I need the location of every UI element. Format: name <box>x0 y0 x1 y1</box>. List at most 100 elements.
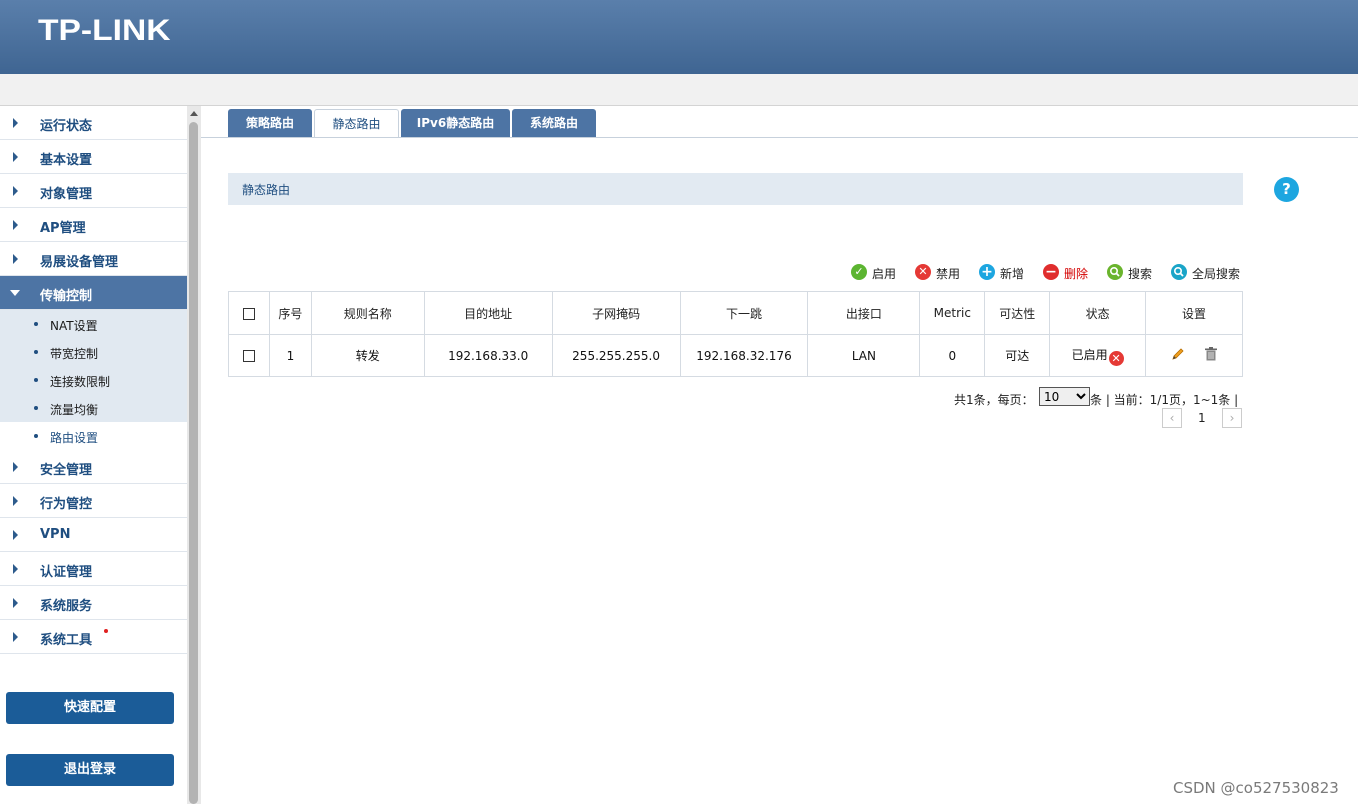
global-search-label: 全局搜索 <box>1192 267 1241 281</box>
cell-interface: LAN <box>807 334 921 377</box>
cell-destination: 192.168.33.0 <box>423 334 553 377</box>
minus-icon: − <box>1043 264 1059 280</box>
sidebar: 运行状态 基本设置 对象管理 AP管理 易展设备管理 传输控制 NAT设置 带宽… <box>0 106 187 804</box>
table-header-row: 序号 规则名称 目的地址 子网掩码 下一跳 出接口 Metric 可达性 状态 … <box>228 291 1243 335</box>
scroll-up-arrow-icon[interactable] <box>190 111 198 116</box>
enable-label: 启用 <box>872 267 897 281</box>
sidebar-item-label: AP管理 <box>40 221 86 236</box>
bullet-icon <box>34 378 38 382</box>
cell-metric: 0 <box>919 334 986 377</box>
sidebar-subitem-label: 带宽控制 <box>50 347 99 361</box>
sidebar-subitem-routing[interactable]: 路由设置 <box>0 422 187 450</box>
global-search-icon <box>1171 264 1187 280</box>
sidebar-subitem-bandwidth[interactable]: 带宽控制 <box>0 338 187 366</box>
edit-pencil-icon[interactable] <box>1170 346 1186 365</box>
sidebar-item-label: 对象管理 <box>40 187 93 202</box>
column-header: 下一跳 <box>679 291 809 335</box>
tab-static-route[interactable]: 静态路由 <box>314 109 399 138</box>
row-select-cell <box>228 334 270 377</box>
chevron-right-icon <box>13 462 18 472</box>
current-page-number[interactable]: 1 <box>1198 411 1206 425</box>
tp-link-logo: TP-LINK <box>38 14 171 47</box>
cell-index: 1 <box>268 334 312 377</box>
sidebar-item-running-status[interactable]: 运行状态 <box>0 106 187 140</box>
sidebar-scrollbar[interactable] <box>187 106 201 804</box>
cell-rule-name: 转发 <box>310 334 425 377</box>
tab-ipv6-static-route[interactable]: IPv6静态路由 <box>401 109 510 137</box>
sidebar-subitem-label: NAT设置 <box>50 319 98 333</box>
add-label: 新增 <box>1000 267 1025 281</box>
sidebar-item-vpn[interactable]: VPN <box>0 518 187 552</box>
sidebar-subitem-connection-limit[interactable]: 连接数限制 <box>0 366 187 394</box>
cell-subnet-mask: 255.255.255.0 <box>551 334 681 377</box>
sidebar-item-label: 安全管理 <box>40 463 93 478</box>
sidebar-item-system-tools[interactable]: 系统工具 <box>0 620 187 654</box>
chevron-right-icon <box>13 632 18 642</box>
bullet-icon <box>34 406 38 410</box>
table-row: 1 转发 192.168.33.0 255.255.255.0 192.168.… <box>228 334 1243 377</box>
column-header: 规则名称 <box>310 291 425 335</box>
prev-page-button[interactable]: ‹ <box>1162 408 1182 428</box>
chevron-right-icon <box>13 186 18 196</box>
section-header: 静态路由 <box>228 173 1243 205</box>
sidebar-item-label: 传输控制 <box>40 289 93 304</box>
notification-dot-icon <box>104 629 108 633</box>
column-header: 序号 <box>268 291 312 335</box>
column-header: 出接口 <box>807 291 921 335</box>
static-route-table: 序号 规则名称 目的地址 子网掩码 下一跳 出接口 Metric 可达性 状态 … <box>228 291 1243 377</box>
chevron-right-icon <box>13 530 18 540</box>
sidebar-subitem-label: 路由设置 <box>50 431 99 445</box>
sub-header-bar <box>0 74 1358 106</box>
column-header: 状态 <box>1049 291 1147 335</box>
column-header: 设置 <box>1145 291 1243 335</box>
row-checkbox[interactable] <box>242 350 255 362</box>
tab-policy-route[interactable]: 策略路由 <box>228 109 312 137</box>
disable-rule-icon[interactable]: ✕ <box>1108 350 1124 366</box>
sidebar-item-behavior-control[interactable]: 行为管控 <box>0 484 187 518</box>
chevron-right-icon <box>13 220 18 230</box>
sidebar-item-security[interactable]: 安全管理 <box>0 450 187 484</box>
search-icon <box>1107 264 1123 280</box>
sidebar-item-label: 行为管控 <box>40 497 93 512</box>
cell-reachability: 可达 <box>984 334 1051 377</box>
pagination-total: 共1条，每页： <box>954 393 1034 407</box>
sidebar-subitem-load-balance[interactable]: 流量均衡 <box>0 394 187 422</box>
logout-button[interactable]: 退出登录 <box>6 754 174 786</box>
sidebar-item-label: 系统工具 <box>40 633 93 648</box>
trash-icon[interactable] <box>1204 346 1218 365</box>
tab-system-route[interactable]: 系统路由 <box>512 109 596 137</box>
sidebar-item-label: 基本设置 <box>40 153 93 168</box>
chevron-down-icon <box>10 290 20 296</box>
sidebar-item-easy-expand[interactable]: 易展设备管理 <box>0 242 187 276</box>
sidebar-item-auth-management[interactable]: 认证管理 <box>0 552 187 586</box>
per-page-select[interactable]: 10 20 50 100 <box>1039 387 1090 406</box>
select-all-cell <box>228 291 270 335</box>
column-header: 目的地址 <box>423 291 553 335</box>
column-header: 子网掩码 <box>551 291 681 335</box>
watermark: CSDN @co527530823 <box>1173 779 1339 797</box>
quick-config-button[interactable]: 快速配置 <box>6 692 174 724</box>
delete-label: 删除 <box>1064 267 1089 281</box>
disable-label: 禁用 <box>936 267 961 281</box>
sidebar-item-transmission-control[interactable]: 传输控制 <box>0 276 187 310</box>
tab-divider <box>201 137 1358 138</box>
pagination-info: 条 | 当前：1/1页，1~1条 | <box>1090 393 1239 407</box>
sidebar-item-label: 认证管理 <box>40 565 93 580</box>
sidebar-item-ap-management[interactable]: AP管理 <box>0 208 187 242</box>
select-all-checkbox[interactable] <box>242 307 255 320</box>
sidebar-item-object-management[interactable]: 对象管理 <box>0 174 187 208</box>
sidebar-item-system-services[interactable]: 系统服务 <box>0 586 187 620</box>
search-label: 搜索 <box>1128 267 1153 281</box>
next-page-button[interactable]: › <box>1222 408 1242 428</box>
section-title: 静态路由 <box>242 183 291 197</box>
sidebar-item-basic-settings[interactable]: 基本设置 <box>0 140 187 174</box>
top-header: TP-LINK <box>0 0 1358 74</box>
sidebar-subitem-label: 流量均衡 <box>50 403 99 417</box>
column-header: 可达性 <box>984 291 1051 335</box>
sidebar-item-label: 易展设备管理 <box>40 255 119 270</box>
help-icon[interactable]: ? <box>1274 177 1299 202</box>
cell-next-hop: 192.168.32.176 <box>679 334 809 377</box>
sidebar-subitem-nat[interactable]: NAT设置 <box>0 310 187 338</box>
scrollbar-thumb[interactable] <box>189 122 198 804</box>
sidebar-item-label: 运行状态 <box>40 119 93 134</box>
